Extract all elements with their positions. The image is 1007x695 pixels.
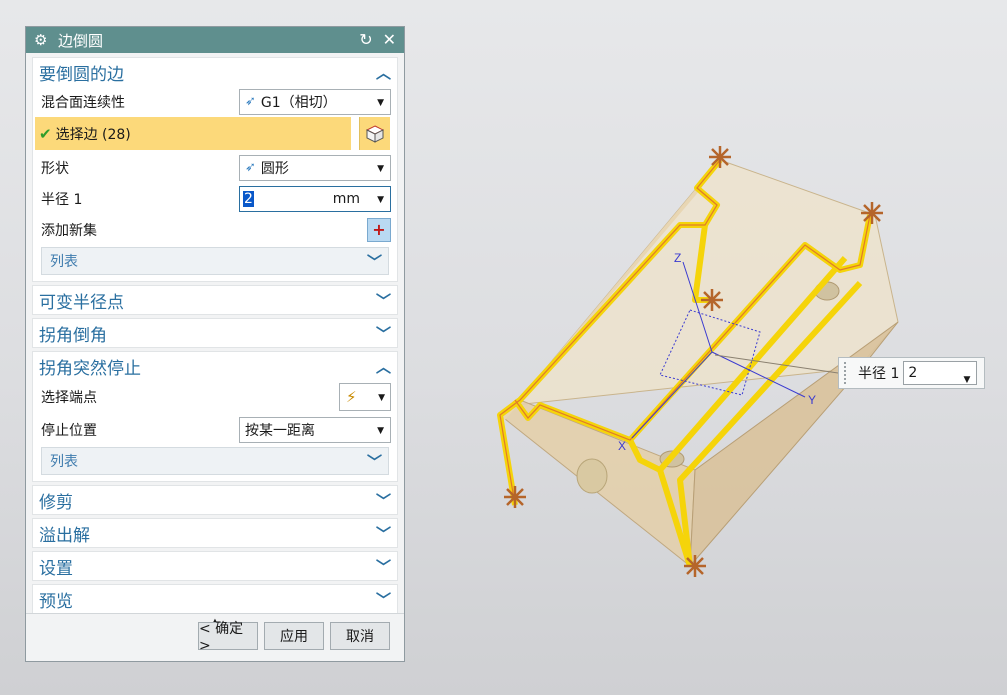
radius-leader-line xyxy=(714,354,839,374)
reset-icon[interactable]: ↻ xyxy=(359,30,372,49)
section-overflow: 溢出解 ﹀ xyxy=(32,518,398,548)
shape-select[interactable]: ➶ 圆形 ▼ xyxy=(239,154,391,181)
chevron-up-icon[interactable]: ︿ xyxy=(376,62,391,83)
chevron-down-icon[interactable]: ﹀ xyxy=(376,589,391,610)
cancel-button[interactable]: 取消 xyxy=(330,622,390,650)
stop-position-select[interactable]: 按某一距离 ▼ xyxy=(239,416,391,443)
checkmark-icon: ✔ xyxy=(39,124,52,143)
chevron-up-icon[interactable]: ︿ xyxy=(376,356,391,377)
dropdown-arrow-icon[interactable]: ▼ xyxy=(963,369,970,391)
add-new-set-button[interactable]: + xyxy=(367,217,391,242)
select-edge-row[interactable]: ✔ 选择边 (28) xyxy=(35,117,351,150)
section-corner-stop: 拐角突然停止 ︿ 选择端点 ⚡ ▼ 停止位置 按某一距离 ▼ 列表 ﹀ xyxy=(32,351,398,482)
drag-handle[interactable] xyxy=(844,362,850,384)
section-corner-chamfer-header[interactable]: 拐角倒角 ﹀ xyxy=(33,319,397,347)
dropdown-arrow-icon[interactable]: ▼ xyxy=(378,393,385,403)
section-settings-header[interactable]: 设置 ﹀ xyxy=(33,552,397,580)
section-settings: 设置 ﹀ xyxy=(32,551,398,581)
section-settings-title: 设置 xyxy=(39,558,73,579)
circular-shape-icon: ➶ xyxy=(245,160,256,175)
part-front-face xyxy=(499,399,696,567)
apply-button[interactable]: 应用 xyxy=(264,622,324,650)
endpoint-markers xyxy=(504,146,883,577)
section-corner-stop-title: 拐角突然停止 xyxy=(39,358,141,379)
hole xyxy=(576,458,608,494)
section-overflow-title: 溢出解 xyxy=(39,525,90,546)
stop-position-value: 按某一距离 xyxy=(245,422,315,439)
coordinate-system xyxy=(631,261,806,439)
close-icon[interactable]: ✕ xyxy=(383,30,396,49)
radius-tip-label: 半径 1 xyxy=(858,366,900,382)
hole xyxy=(659,450,685,468)
shape-label: 形状 xyxy=(41,160,69,177)
shape-value: 圆形 xyxy=(260,160,289,177)
section-preview-header[interactable]: 预览 ﹀ xyxy=(33,585,397,613)
dropdown-arrow-icon[interactable]: ▼ xyxy=(377,195,384,205)
edge-blend-dialog: ⚙ 边倒圆 ↻ ✕ 要倒圆的边 ︿ 混合面连续性 ➶ G1（相切） ▼ ✔ 选择… xyxy=(25,26,405,662)
radius-tip-input[interactable]: 2 ▼ xyxy=(903,361,978,385)
edges-list-toggle[interactable]: 列表 ﹀ xyxy=(41,247,389,275)
continuity-select[interactable]: ➶ G1（相切） ▼ xyxy=(239,88,391,115)
radius-tip-value[interactable]: 2 xyxy=(908,365,917,381)
section-preview: 预览 ﹀ xyxy=(32,584,398,614)
section-preview-title: 预览 xyxy=(39,591,73,612)
dialog-titlebar: ⚙ 边倒圆 ↻ ✕ xyxy=(26,27,404,53)
section-variable-radius-title: 可变半径点 xyxy=(39,292,124,313)
endpoint-select[interactable]: ⚡ ▼ xyxy=(339,383,391,411)
radius-label: 半径 1 xyxy=(41,191,83,208)
section-trim-title: 修剪 xyxy=(39,492,73,513)
section-trim: 修剪 ﹀ xyxy=(32,485,398,515)
section-variable-radius-header[interactable]: 可变半径点 ﹀ xyxy=(33,286,397,314)
add-set-label: 添加新集 xyxy=(41,222,97,239)
list-label: 列表 xyxy=(50,454,78,470)
chevron-down-icon[interactable]: ﹀ xyxy=(367,251,382,272)
chevron-down-icon[interactable]: ﹀ xyxy=(376,556,391,577)
dropdown-arrow-icon[interactable]: ▼ xyxy=(377,426,384,436)
chevron-down-icon[interactable]: ﹀ xyxy=(376,323,391,344)
section-edges: 要倒圆的边 ︿ 混合面连续性 ➶ G1（相切） ▼ ✔ 选择边 (28) 形状 … xyxy=(32,57,398,282)
radius-tip: 半径 1 2 ▼ xyxy=(838,357,985,389)
section-edges-title: 要倒圆的边 xyxy=(39,64,124,85)
section-corner-chamfer-title: 拐角倒角 xyxy=(39,325,107,346)
section-edges-header[interactable]: 要倒圆的边 ︿ xyxy=(33,58,397,86)
select-edge-label: 选择边 (28) xyxy=(55,126,131,143)
list-label: 列表 xyxy=(50,254,78,270)
chevron-down-icon[interactable]: ﹀ xyxy=(376,523,391,544)
axis-y-label: Y xyxy=(808,393,816,407)
cube-select-icon[interactable] xyxy=(359,117,390,150)
button-bar: < 确定 > 应用 取消 xyxy=(26,613,404,654)
chevron-down-icon[interactable]: ﹀ xyxy=(367,451,382,472)
continuity-label: 混合面连续性 xyxy=(41,94,125,111)
axis-z-label: Z xyxy=(674,251,681,265)
dropdown-arrow-icon[interactable]: ▼ xyxy=(377,98,384,108)
chevron-down-icon[interactable]: ﹀ xyxy=(376,490,391,511)
dialog-title: 边倒圆 xyxy=(58,31,104,50)
section-overflow-header[interactable]: 溢出解 ﹀ xyxy=(33,519,397,547)
continuity-value: G1（相切） xyxy=(260,94,337,111)
section-variable-radius: 可变半径点 ﹀ xyxy=(32,285,398,315)
add-set-icon: + xyxy=(372,220,386,239)
endpoint-label: 选择端点 xyxy=(41,390,97,406)
chevron-down-icon[interactable]: ﹀ xyxy=(376,290,391,311)
lightning-point-icon: ⚡ xyxy=(346,388,357,406)
dropdown-arrow-icon[interactable]: ▼ xyxy=(377,164,384,174)
gear-icon: ⚙ xyxy=(34,31,48,49)
blend-surface-icon: ➶ xyxy=(245,94,256,109)
corner-stop-list-toggle[interactable]: 列表 ﹀ xyxy=(41,447,389,475)
selected-edges-outline xyxy=(499,159,871,506)
radius-unit: mm xyxy=(332,190,360,207)
selected-edges xyxy=(497,158,873,567)
hole xyxy=(814,281,840,301)
axis-x-label: X xyxy=(618,439,626,453)
section-trim-header[interactable]: 修剪 ﹀ xyxy=(33,486,397,514)
section-corner-stop-header[interactable]: 拐角突然停止 ︿ xyxy=(33,352,397,380)
section-corner-chamfer: 拐角倒角 ﹀ xyxy=(32,318,398,348)
radius-input[interactable]: 2 mm ▼ xyxy=(239,185,391,212)
ok-button[interactable]: < 确定 > xyxy=(198,621,258,654)
part-left-face xyxy=(500,160,720,420)
stop-position-label: 停止位置 xyxy=(41,422,97,439)
radius-value[interactable]: 2 xyxy=(243,190,254,207)
